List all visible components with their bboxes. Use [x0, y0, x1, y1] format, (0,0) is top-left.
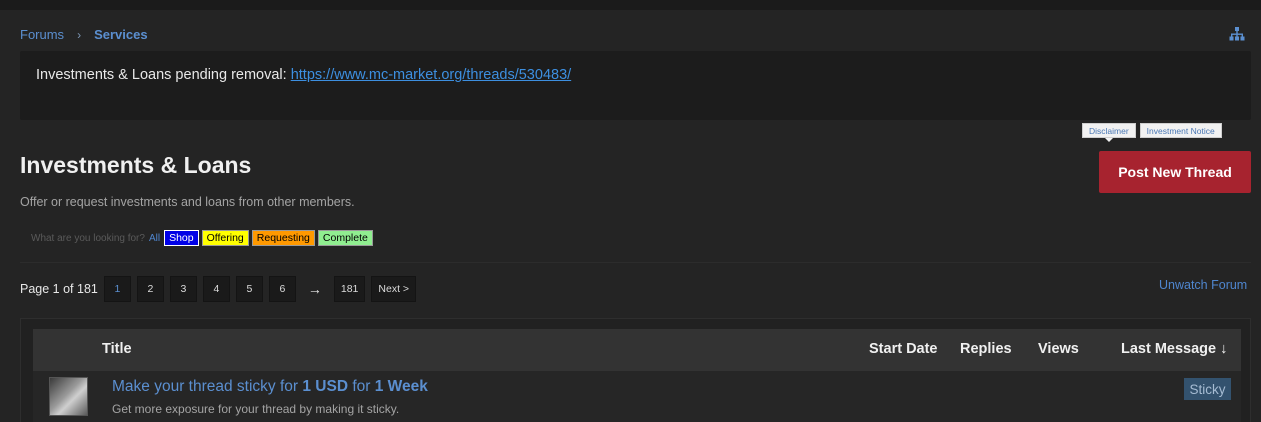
filter-offering[interactable]: Offering: [201, 230, 249, 246]
notice-link[interactable]: https://www.mc-market.org/threads/530483…: [291, 67, 571, 83]
col-last-message[interactable]: Last Message ↓: [1121, 341, 1227, 357]
filter-complete[interactable]: Complete: [317, 230, 373, 246]
col-title[interactable]: Title: [102, 341, 132, 357]
forum-description: Offer or request investments and loans f…: [20, 195, 355, 209]
thread-snippet: Get more exposure for your thread by mak…: [112, 402, 400, 416]
thread-title-price[interactable]: 1 USD: [302, 378, 348, 395]
thread-title-mid[interactable]: for: [348, 378, 375, 395]
next-page-button[interactable]: Next >: [371, 276, 417, 302]
pagination: Page 1 of 181 1 2 3 4 5 6 → 181 Next >: [20, 276, 422, 302]
page-link-last[interactable]: 181: [333, 276, 366, 302]
notice-text: Investments & Loans pending removal: htt…: [36, 67, 571, 83]
divider: [20, 262, 1251, 263]
prefix-filter-bar: What are you looking for? All Shop Offer…: [31, 230, 376, 246]
col-start-date[interactable]: Start Date: [869, 341, 938, 357]
post-new-thread-button[interactable]: Post New Thread: [1099, 151, 1251, 193]
thread-list-header: Title Start Date Replies Views Last Mess…: [33, 329, 1241, 371]
status-badge: Sticky: [1184, 378, 1231, 400]
page-title: Investments & Loans: [20, 152, 252, 178]
page-link-3[interactable]: 3: [169, 276, 197, 302]
thread-title-duration[interactable]: 1 Week: [375, 378, 428, 395]
thread-title[interactable]: Make your thread sticky for 1 USD for 1 …: [112, 378, 428, 396]
breadcrumb: Forums › Services: [20, 27, 148, 42]
breadcrumb-services[interactable]: Services: [94, 27, 148, 42]
disclaimer-button[interactable]: Disclaimer: [1082, 123, 1136, 142]
breadcrumb-forums[interactable]: Forums: [20, 27, 64, 42]
notice-label: Investments & Loans pending removal:: [36, 67, 291, 83]
unwatch-forum-link[interactable]: Unwatch Forum: [1159, 278, 1247, 292]
page-link-2[interactable]: 2: [136, 276, 164, 302]
filter-label: What are you looking for?: [31, 232, 145, 244]
avatar[interactable]: [49, 377, 88, 416]
thread-title-text[interactable]: Make your thread sticky for: [112, 378, 302, 395]
col-views[interactable]: Views: [1038, 341, 1079, 357]
filter-all[interactable]: All: [149, 233, 160, 244]
page-info: Page 1 of 181: [20, 282, 98, 296]
filter-requesting[interactable]: Requesting: [251, 230, 315, 246]
forum-info-tags: Disclaimer Investment Notice: [1082, 123, 1222, 142]
filter-shop[interactable]: Shop: [164, 230, 199, 246]
page-skip-arrow[interactable]: →: [308, 281, 322, 297]
thread-list: Title Start Date Replies Views Last Mess…: [20, 318, 1251, 422]
page-link-1[interactable]: 1: [103, 276, 131, 302]
chevron-right-icon: ›: [77, 27, 82, 42]
col-replies[interactable]: Replies: [960, 341, 1012, 357]
investment-notice-button[interactable]: Investment Notice: [1139, 123, 1222, 138]
sitemap-icon[interactable]: [1229, 27, 1245, 41]
notice-banner: Investments & Loans pending removal: htt…: [20, 51, 1251, 120]
top-bar: [0, 0, 1261, 10]
page-link-4[interactable]: 4: [202, 276, 230, 302]
table-row[interactable]: Make your thread sticky for 1 USD for 1 …: [33, 371, 1241, 422]
page-link-6[interactable]: 6: [268, 276, 296, 302]
page-link-5[interactable]: 5: [235, 276, 263, 302]
